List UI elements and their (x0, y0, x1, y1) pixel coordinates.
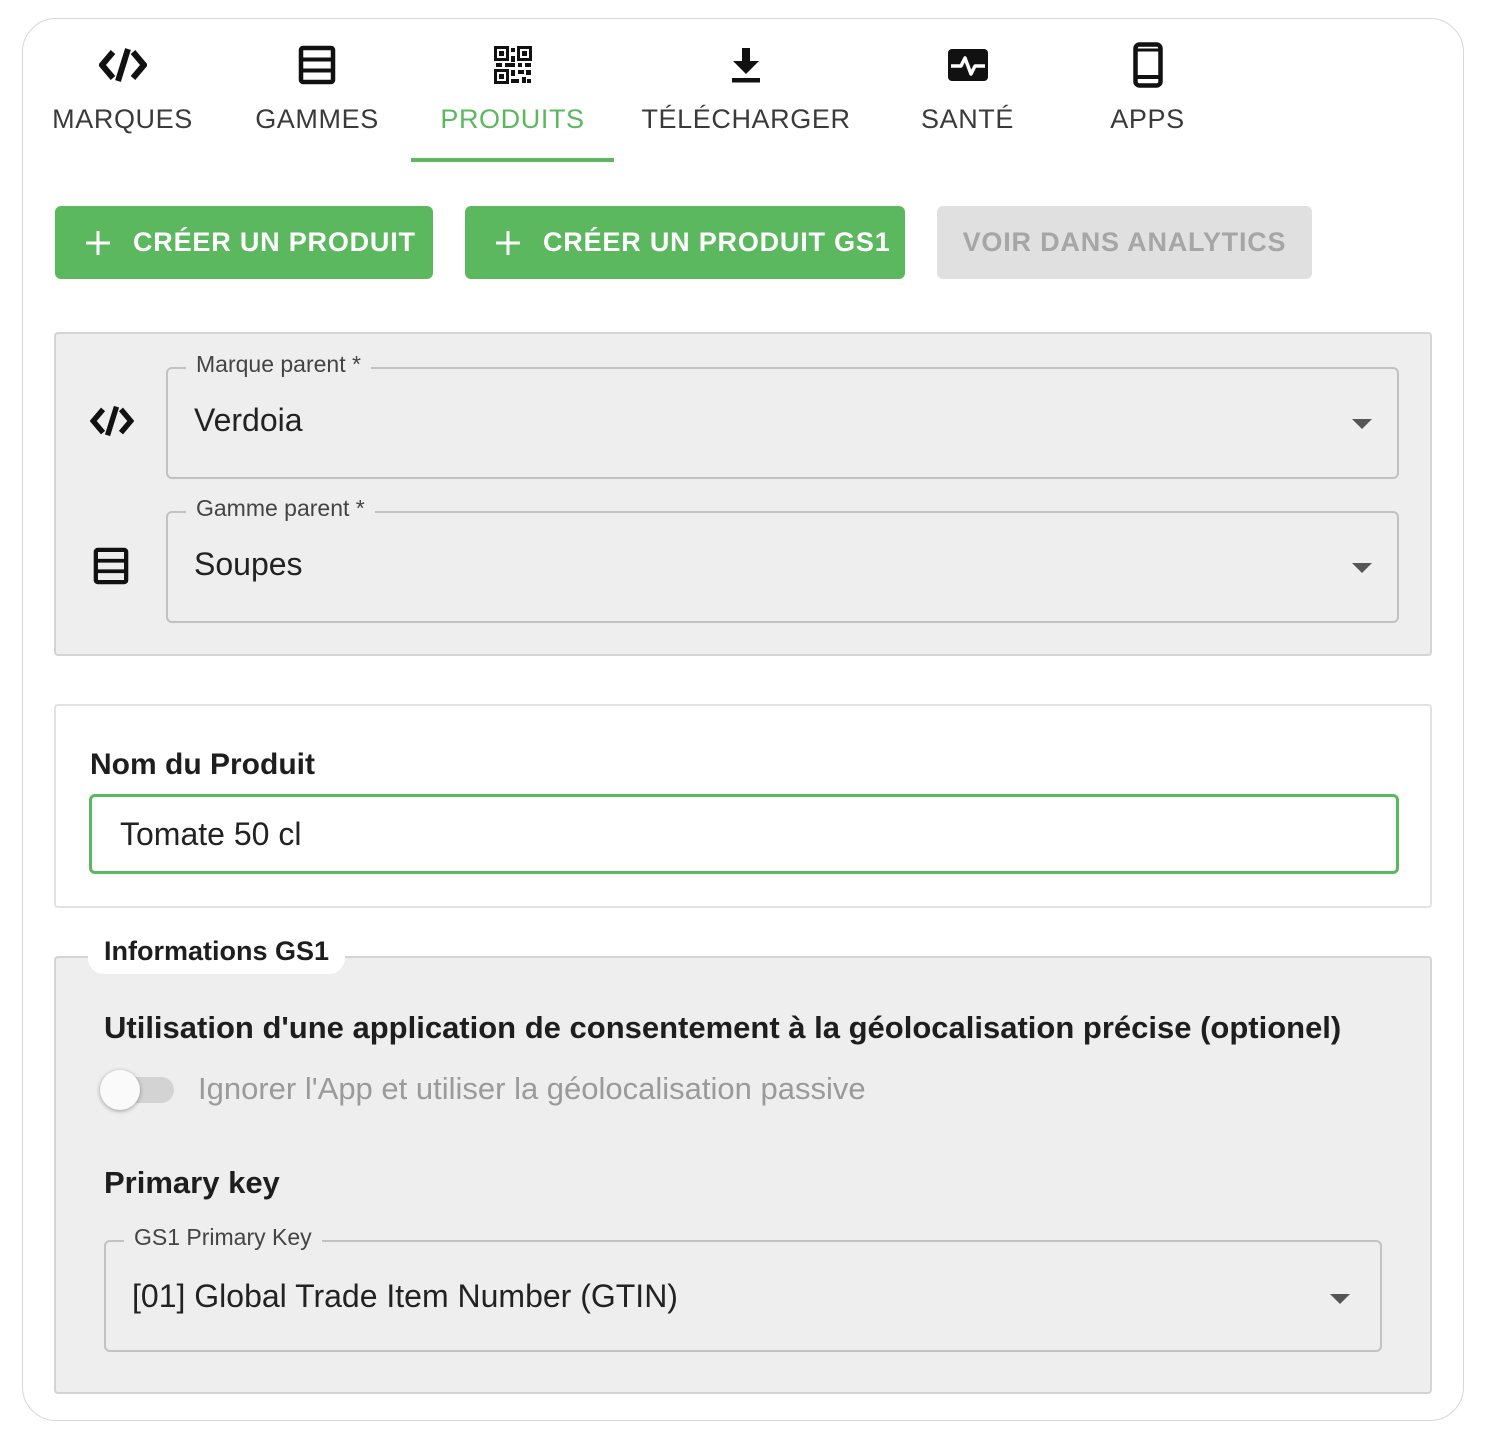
parents-panel: Marque parent * Verdoia Gamme parent * S… (54, 332, 1432, 656)
geolocation-heading: Utilisation d'une application de consent… (104, 1010, 1342, 1045)
create-gs1-product-button[interactable]: CRÉER UN PRODUIT GS1 (465, 206, 905, 279)
primary-key-select-value: [01] Global Trade Item Number (GTIN) (132, 1278, 678, 1314)
health-pulse-icon (947, 40, 989, 90)
product-name-panel: Nom du Produit (54, 704, 1432, 908)
tab-label: TÉLÉCHARGER (641, 104, 851, 134)
create-product-button[interactable]: CRÉER UN PRODUIT (55, 206, 433, 279)
tab-apps[interactable]: APPS (1110, 40, 1185, 162)
qr-code-icon (493, 40, 532, 90)
tab-label: APPS (1110, 104, 1185, 134)
range-select-value: Soupes (194, 546, 303, 582)
toggle-label: Ignorer l'App et utiliser la géolocalisa… (198, 1071, 866, 1106)
toggle-knob[interactable] (100, 1070, 140, 1110)
view-analytics-button[interactable]: VOIR DANS ANALYTICS (937, 206, 1312, 279)
gs1-section-title: Informations GS1 (88, 928, 346, 974)
product-name-label: Nom du Produit (90, 748, 315, 781)
tab-marques[interactable]: MARQUES (52, 40, 193, 162)
list-box-icon (93, 547, 129, 590)
tab-label: GAMMES (255, 104, 379, 134)
tab-sante[interactable]: SANTÉ (921, 40, 1014, 162)
tab-produits[interactable]: PRODUITS (440, 40, 585, 162)
chevron-down-icon (1330, 1294, 1350, 1304)
primary-key-heading: Primary key (104, 1165, 280, 1200)
code-slash-icon (89, 404, 135, 443)
plus-icon (496, 230, 520, 255)
list-box-icon (298, 40, 336, 90)
code-slash-icon (98, 40, 147, 90)
brand-select-label: Marque parent * (186, 351, 371, 378)
tab-label: PRODUITS (440, 104, 585, 134)
plus-icon (86, 230, 110, 255)
smartphone-icon (1132, 40, 1163, 90)
brand-select-value: Verdoia (194, 402, 303, 438)
brand-select[interactable]: Marque parent * Verdoia (166, 351, 1399, 479)
range-select[interactable]: Gamme parent * Soupes (166, 495, 1399, 623)
button-label: VOIR DANS ANALYTICS (962, 227, 1287, 257)
product-name-input[interactable] (89, 794, 1399, 874)
tab-label: SANTÉ (920, 104, 1015, 134)
tab-gammes[interactable]: GAMMES (255, 40, 379, 162)
chevron-down-icon (1352, 419, 1372, 429)
tab-telecharger[interactable]: TÉLÉCHARGER (641, 40, 850, 162)
active-tab-indicator (411, 158, 614, 162)
range-select-label: Gamme parent * (186, 495, 375, 522)
button-label: CRÉER UN PRODUIT (133, 227, 416, 257)
button-label: CRÉER UN PRODUIT GS1 (543, 227, 891, 257)
gs1-primary-key-select[interactable]: GS1 Primary Key [01] Global Trade Item N… (104, 1224, 1382, 1352)
download-icon (730, 40, 762, 90)
tab-label: MARQUES (52, 104, 193, 134)
chevron-down-icon (1352, 563, 1372, 573)
primary-key-select-label: GS1 Primary Key (124, 1224, 322, 1251)
